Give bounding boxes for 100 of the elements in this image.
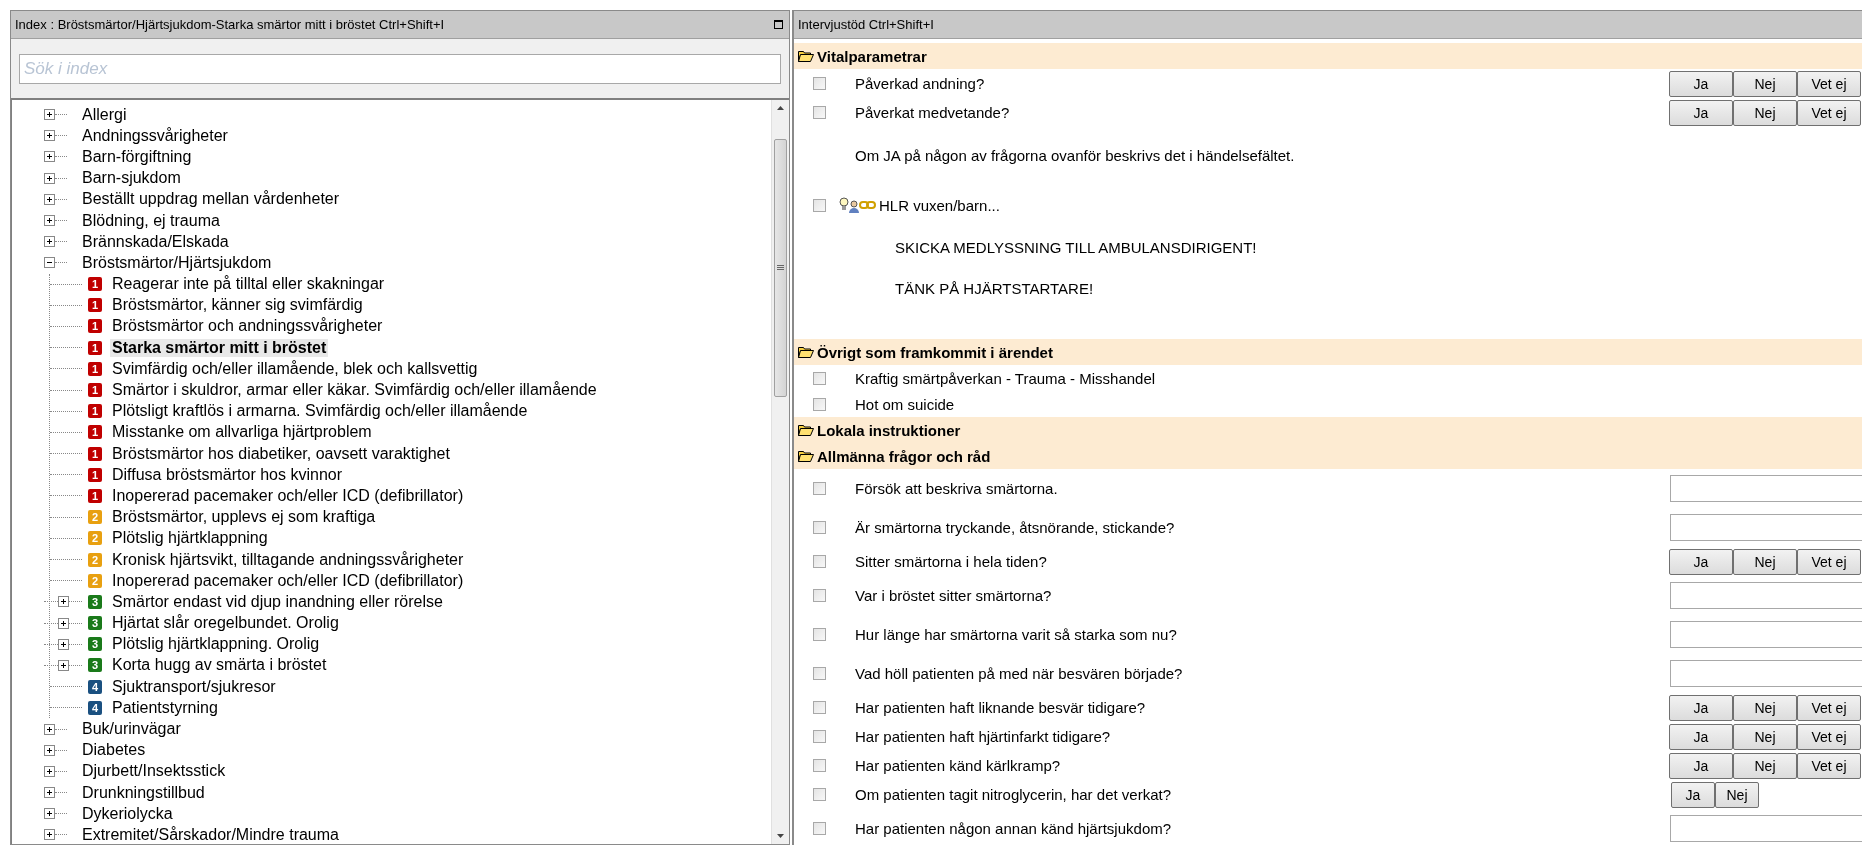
answer-button[interactable]: Vet ej — [1797, 752, 1861, 779]
expand-icon[interactable] — [44, 215, 55, 227]
checkbox[interactable] — [813, 701, 826, 714]
answer-button[interactable]: Nej — [1715, 781, 1759, 808]
checkbox[interactable] — [813, 555, 826, 568]
tree-item[interactable]: Misstanke om allvarliga hjärtproblem — [110, 423, 374, 442]
answer-button[interactable]: Ja — [1669, 548, 1733, 575]
answer-button[interactable]: Vet ej — [1797, 70, 1861, 97]
expand-icon[interactable] — [44, 765, 55, 777]
tree-item[interactable]: Dykeriolycka — [80, 804, 175, 823]
answer-button[interactable]: Nej — [1733, 70, 1797, 97]
tree-item[interactable]: Kronisk hjärtsvikt, tilltagande andningssvårigheter — [110, 550, 466, 569]
checkbox[interactable] — [813, 759, 826, 772]
checkbox[interactable] — [813, 106, 826, 119]
expand-icon[interactable] — [58, 659, 69, 671]
expand-icon[interactable] — [44, 151, 55, 163]
answer-field[interactable] — [1670, 621, 1862, 648]
checkbox[interactable] — [813, 397, 826, 411]
answer-field[interactable] — [1670, 815, 1862, 842]
expand-icon[interactable] — [44, 787, 55, 799]
expand-icon[interactable] — [58, 596, 69, 608]
tree-item[interactable]: Drunkningstillbud — [80, 783, 207, 802]
tree-item[interactable]: Barn-sjukdom — [80, 169, 183, 188]
expand-icon[interactable] — [44, 109, 55, 121]
scrollbar-thumb[interactable] — [774, 139, 787, 397]
expand-icon[interactable] — [44, 808, 55, 820]
tree-item[interactable]: Patientstyrning — [110, 698, 220, 717]
expand-icon[interactable] — [44, 829, 55, 841]
answer-field[interactable] — [1670, 514, 1862, 541]
answer-button[interactable]: Ja — [1669, 752, 1733, 779]
tree-item[interactable]: Bröstsmärtor, upplevs ej som kraftiga — [110, 508, 378, 527]
expand-icon[interactable] — [44, 236, 55, 248]
tree-item[interactable]: Svimfärdig och/eller illamående, blek och kallsvettig — [110, 359, 480, 378]
tree-item[interactable]: Barn-förgiftning — [80, 147, 194, 166]
tree-item[interactable]: Bröstsmärtor, känner sig svimfärdig — [110, 296, 365, 315]
expand-icon[interactable] — [44, 193, 55, 205]
tree-item[interactable]: Brännskada/Elskada — [80, 232, 231, 251]
expand-icon[interactable] — [44, 130, 55, 142]
tree-item[interactable]: Blödning, ej trauma — [80, 211, 222, 230]
collapse-icon[interactable] — [44, 257, 55, 269]
section-header[interactable]: Lokala instruktioner — [794, 417, 1862, 443]
tree-item[interactable]: Plötsligt kraftlös i armarna. Svimfärdig och/eller illamående — [110, 402, 530, 421]
checkbox[interactable] — [813, 589, 826, 602]
answer-button[interactable]: Ja — [1669, 723, 1733, 750]
tree-item[interactable]: Starka smärtor mitt i bröstet — [110, 338, 329, 357]
checkbox[interactable] — [813, 730, 826, 743]
tree-item[interactable]: Beställt uppdrag mellan vårdenheter — [80, 190, 342, 209]
tree-item[interactable]: Inopererad pacemaker och/eller ICD (defibrillator) — [110, 571, 466, 590]
tree-item[interactable]: Djurbett/Insektsstick — [80, 762, 228, 781]
answer-button[interactable]: Nej — [1733, 694, 1797, 721]
tree-item[interactable]: Inopererad pacemaker och/eller ICD (defibrillator) — [110, 486, 466, 505]
checkbox[interactable] — [813, 482, 826, 495]
checkbox[interactable] — [813, 667, 826, 680]
expand-icon[interactable] — [58, 617, 69, 629]
checkbox[interactable] — [813, 788, 826, 801]
tree-item[interactable]: Allergi — [80, 105, 129, 124]
expand-icon[interactable] — [44, 723, 55, 735]
answer-button[interactable]: Ja — [1671, 781, 1715, 808]
tree-item[interactable]: Smärtor i skuldror, armar eller käkar. Svimfärdig och/eller illamående — [110, 381, 599, 400]
answer-button[interactable]: Nej — [1733, 548, 1797, 575]
tree-item[interactable]: Korta hugg av smärta i bröstet — [110, 656, 329, 675]
answer-button[interactable]: Nej — [1733, 99, 1797, 126]
search-field[interactable]: Sök i index — [19, 53, 781, 84]
checkbox[interactable] — [813, 521, 826, 534]
tree-item[interactable]: Bröstsmärtor och andningssvårigheter — [110, 317, 385, 336]
section-header[interactable]: Allmänna frågor och råd — [794, 443, 1862, 469]
tree-item[interactable]: Sjuktransport/sjukresor — [110, 677, 278, 696]
tree-item[interactable]: Diabetes — [80, 741, 148, 760]
answer-button[interactable]: Ja — [1669, 694, 1733, 721]
answer-button[interactable]: Vet ej — [1797, 99, 1861, 126]
answer-button[interactable]: Vet ej — [1797, 723, 1861, 750]
expand-icon[interactable] — [44, 172, 55, 184]
answer-button[interactable]: Vet ej — [1797, 694, 1861, 721]
answer-button[interactable]: Nej — [1733, 723, 1797, 750]
answer-button[interactable]: Nej — [1733, 752, 1797, 779]
checkbox[interactable] — [813, 822, 826, 835]
tree-item[interactable]: Plötslig hjärtklappning. Orolig — [110, 635, 322, 654]
tree-item[interactable]: Hjärtat slår oregelbundet. Orolig — [110, 614, 341, 633]
checkbox[interactable] — [813, 198, 826, 212]
tree-item[interactable]: Buk/urinvägar — [80, 720, 183, 739]
answer-field[interactable] — [1670, 660, 1862, 687]
checkbox[interactable] — [813, 371, 826, 385]
expand-icon[interactable] — [58, 638, 69, 650]
maximize-icon[interactable] — [774, 20, 783, 29]
tree-item[interactable]: Bröstsmärtor/Hjärtsjukdom — [80, 253, 274, 272]
answer-button[interactable]: Ja — [1669, 70, 1733, 97]
protocol-link[interactable]: HLR vuxen/barn... — [879, 196, 1000, 214]
tree-item[interactable]: Plötslig hjärtklappning — [110, 529, 270, 548]
section-header[interactable]: Övrigt som framkommit i ärendet — [794, 339, 1862, 365]
tree-item[interactable]: Andningssvårigheter — [80, 126, 230, 145]
tree-item[interactable]: Diffusa bröstsmärtor hos kvinnor — [110, 465, 344, 484]
tree-item[interactable]: Reagerar inte på tilltal eller skakningar — [110, 275, 387, 294]
expand-icon[interactable] — [44, 744, 55, 756]
checkbox[interactable] — [813, 628, 826, 641]
answer-field[interactable] — [1670, 582, 1862, 609]
tree-item[interactable]: Smärtor endast vid djup inandning eller rörelse — [110, 592, 445, 611]
answer-field[interactable] — [1670, 475, 1862, 502]
section-header[interactable]: Vitalparametrar — [794, 43, 1862, 69]
tree-item[interactable]: Bröstsmärtor hos diabetiker, oavsett varaktighet — [110, 444, 452, 463]
answer-button[interactable]: Vet ej — [1797, 548, 1861, 575]
